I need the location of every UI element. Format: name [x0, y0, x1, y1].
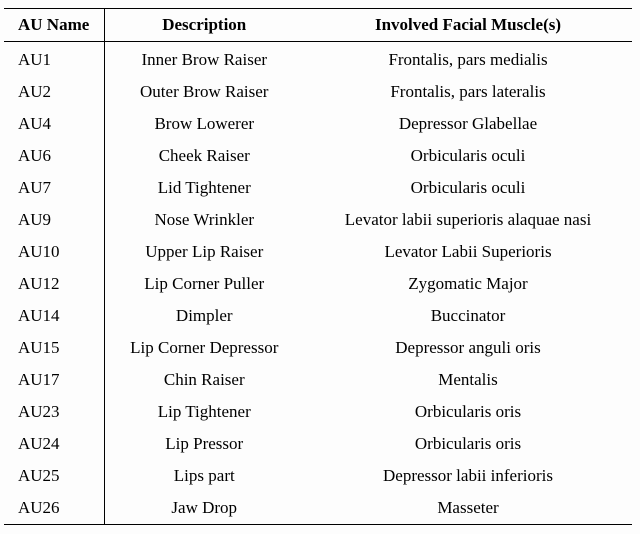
table-row: AU12 Lip Corner Puller Zygomatic Major	[4, 268, 632, 300]
cell-muscle: Orbicularis oris	[304, 428, 632, 460]
cell-muscle: Orbicularis oculi	[304, 140, 632, 172]
cell-au: AU14	[4, 300, 104, 332]
cell-desc: Lip Tightener	[104, 396, 304, 428]
au-table: AU Name Description Involved Facial Musc…	[4, 8, 632, 525]
cell-au: AU12	[4, 268, 104, 300]
cell-desc: Dimpler	[104, 300, 304, 332]
table-row: AU25 Lips part Depressor labii inferiori…	[4, 460, 632, 492]
table-row: AU24 Lip Pressor Orbicularis oris	[4, 428, 632, 460]
table-row: AU26 Jaw Drop Masseter	[4, 492, 632, 525]
cell-desc: Outer Brow Raiser	[104, 76, 304, 108]
cell-desc: Lip Corner Depressor	[104, 332, 304, 364]
cell-desc: Upper Lip Raiser	[104, 236, 304, 268]
cell-au: AU1	[4, 42, 104, 77]
cell-desc: Nose Wrinkler	[104, 204, 304, 236]
cell-au: AU15	[4, 332, 104, 364]
cell-au: AU7	[4, 172, 104, 204]
table-header-row: AU Name Description Involved Facial Musc…	[4, 9, 632, 42]
cell-muscle: Orbicularis oris	[304, 396, 632, 428]
cell-muscle: Frontalis, pars lateralis	[304, 76, 632, 108]
cell-au: AU25	[4, 460, 104, 492]
cell-desc: Cheek Raiser	[104, 140, 304, 172]
table-row: AU7 Lid Tightener Orbicularis oculi	[4, 172, 632, 204]
table-row: AU1 Inner Brow Raiser Frontalis, pars me…	[4, 42, 632, 77]
cell-au: AU10	[4, 236, 104, 268]
cell-au: AU17	[4, 364, 104, 396]
table-row: AU6 Cheek Raiser Orbicularis oculi	[4, 140, 632, 172]
cell-desc: Chin Raiser	[104, 364, 304, 396]
table-row: AU14 Dimpler Buccinator	[4, 300, 632, 332]
table-row: AU15 Lip Corner Depressor Depressor angu…	[4, 332, 632, 364]
cell-muscle: Buccinator	[304, 300, 632, 332]
cell-au: AU2	[4, 76, 104, 108]
cell-muscle: Mentalis	[304, 364, 632, 396]
cell-desc: Lips part	[104, 460, 304, 492]
cell-au: AU26	[4, 492, 104, 525]
cell-au: AU6	[4, 140, 104, 172]
table-row: AU17 Chin Raiser Mentalis	[4, 364, 632, 396]
cell-muscle: Levator Labii Superioris	[304, 236, 632, 268]
header-au-name: AU Name	[4, 9, 104, 42]
cell-desc: Brow Lowerer	[104, 108, 304, 140]
header-muscles: Involved Facial Muscle(s)	[304, 9, 632, 42]
cell-desc: Lid Tightener	[104, 172, 304, 204]
cell-muscle: Depressor anguli oris	[304, 332, 632, 364]
cell-muscle: Frontalis, pars medialis	[304, 42, 632, 77]
cell-desc: Lip Pressor	[104, 428, 304, 460]
cell-au: AU24	[4, 428, 104, 460]
cell-au: AU4	[4, 108, 104, 140]
cell-muscle: Zygomatic Major	[304, 268, 632, 300]
cell-muscle: Orbicularis oculi	[304, 172, 632, 204]
cell-muscle: Depressor Glabellae	[304, 108, 632, 140]
cell-au: AU9	[4, 204, 104, 236]
cell-desc: Inner Brow Raiser	[104, 42, 304, 77]
cell-au: AU23	[4, 396, 104, 428]
cell-muscle: Depressor labii inferioris	[304, 460, 632, 492]
table-row: AU9 Nose Wrinkler Levator labii superior…	[4, 204, 632, 236]
table-row: AU4 Brow Lowerer Depressor Glabellae	[4, 108, 632, 140]
table-row: AU10 Upper Lip Raiser Levator Labii Supe…	[4, 236, 632, 268]
cell-muscle: Levator labii superioris alaquae nasi	[304, 204, 632, 236]
cell-desc: Lip Corner Puller	[104, 268, 304, 300]
cell-muscle: Masseter	[304, 492, 632, 525]
table-body: AU1 Inner Brow Raiser Frontalis, pars me…	[4, 42, 632, 525]
table-row: AU23 Lip Tightener Orbicularis oris	[4, 396, 632, 428]
header-description: Description	[104, 9, 304, 42]
cell-desc: Jaw Drop	[104, 492, 304, 525]
table-row: AU2 Outer Brow Raiser Frontalis, pars la…	[4, 76, 632, 108]
